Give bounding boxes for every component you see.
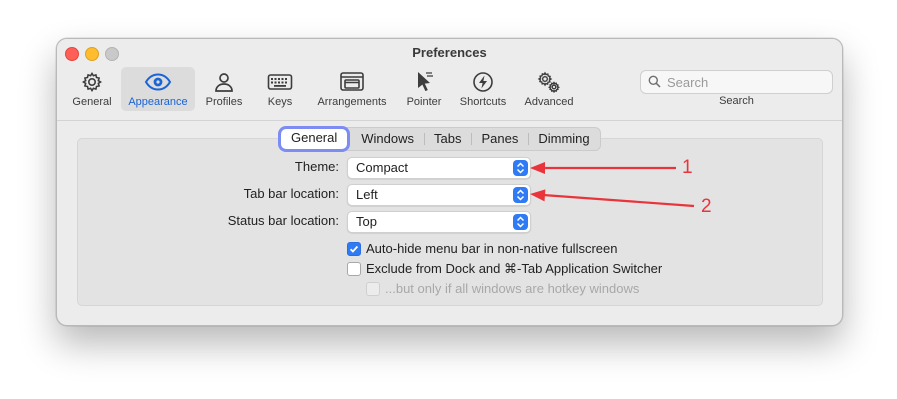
annotation-overlay xyxy=(530,162,695,208)
annotation-number-1: 1 xyxy=(682,157,693,178)
annotation-arrow-1 xyxy=(530,162,676,174)
annotation-number-2: 2 xyxy=(701,196,712,217)
annotation-arrow-2 xyxy=(530,189,695,208)
